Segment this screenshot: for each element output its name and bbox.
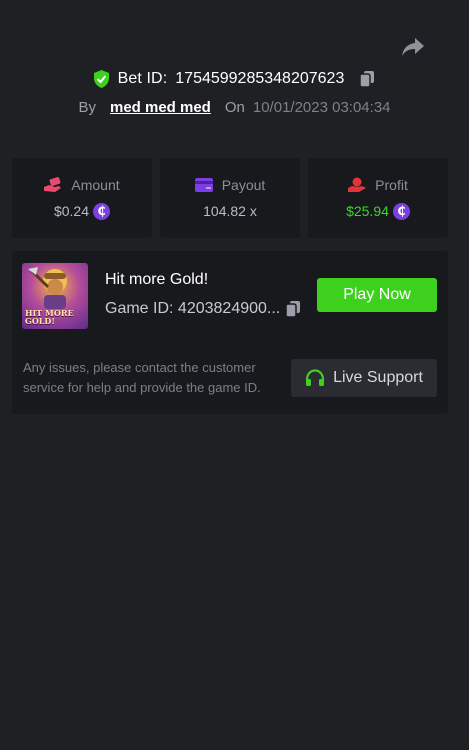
bet-date: 10/01/2023 03:04:34	[252, 98, 391, 116]
support-help-text: Any issues, please contact the customer …	[23, 360, 261, 395]
stat-payout-value: 104.82 x	[203, 203, 257, 219]
coin-icon: ₵	[93, 202, 111, 220]
stat-profit-label: Profit	[375, 176, 408, 193]
live-support-button[interactable]: Live Support	[291, 359, 437, 397]
shield-check-icon	[93, 70, 109, 88]
card-icon	[194, 178, 213, 192]
game-id-value: 4203824900...	[177, 300, 281, 317]
game-title: Hit more Gold!	[105, 271, 209, 288]
game-card: HIT MORE GOLD! Hit more Gold! Game ID: 4…	[12, 251, 448, 414]
bet-id-row: Bet ID: 1754599285348207623	[0, 66, 469, 92]
stat-payout: Payout 104.82 x	[160, 158, 300, 238]
stat-payout-label: Payout	[221, 177, 266, 193]
profit-hand-icon	[348, 177, 367, 192]
game-thumbnail[interactable]: HIT MORE GOLD!	[22, 263, 88, 329]
bet-stats: Amount $0.24 ₵ Payout 104.82 x Profit $2…	[12, 158, 448, 238]
username-link[interactable]: med med med	[110, 99, 211, 116]
stat-profit: Profit $25.94 ₵	[308, 158, 448, 238]
headset-icon	[305, 369, 325, 386]
copy-icon	[359, 71, 375, 88]
game-id-row: Game ID: 4203824900...	[105, 300, 302, 318]
share-button[interactable]	[400, 36, 426, 58]
by-label: By	[78, 98, 96, 116]
bet-meta-row: By med med med On 10/01/2023 03:04:34	[0, 95, 469, 119]
bet-id-label: Bet ID:	[117, 70, 168, 87]
game-thumbnail-title: HIT MORE GOLD!	[25, 308, 74, 326]
coin-icon: ₵	[392, 202, 410, 220]
on-label: On	[224, 98, 245, 116]
stat-amount-label: Amount	[71, 176, 120, 193]
play-now-button[interactable]: Play Now	[317, 278, 437, 312]
copy-bet-id-button[interactable]	[358, 70, 376, 88]
copy-game-id-button[interactable]	[284, 300, 302, 318]
share-icon	[402, 38, 424, 56]
bet-detail-page: Bet ID: 1754599285348207623 By med med m…	[0, 0, 469, 750]
bet-id-value: 1754599285348207623	[175, 70, 345, 87]
live-support-label: Live Support	[333, 369, 423, 386]
copy-icon	[285, 301, 301, 318]
stat-amount: Amount $0.24 ₵	[12, 158, 152, 238]
stat-amount-value: $0.24	[53, 203, 90, 219]
hand-money-icon	[44, 176, 62, 192]
stat-profit-value: $25.94	[346, 203, 389, 219]
game-id-label: Game ID:	[105, 300, 174, 317]
